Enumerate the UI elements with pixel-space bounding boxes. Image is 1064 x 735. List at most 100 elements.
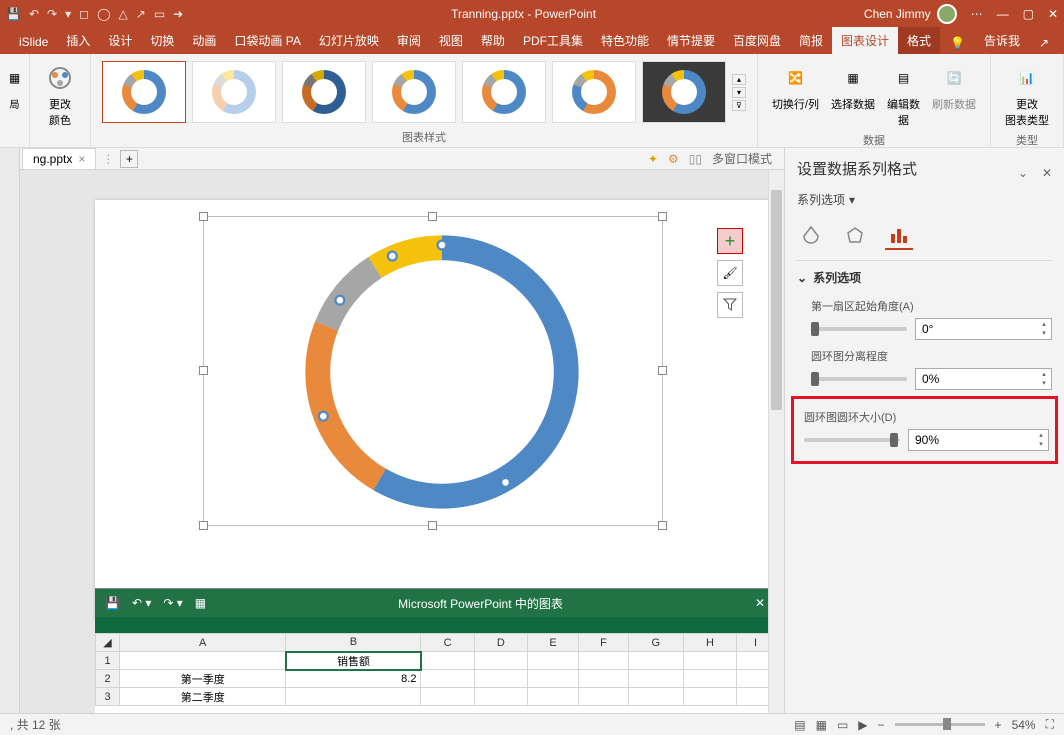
close-icon[interactable]: ✕	[1048, 7, 1058, 21]
scrollbar-thumb[interactable]	[771, 190, 782, 410]
new-tab-button[interactable]: +	[120, 150, 138, 168]
multi-window-mode[interactable]: 多窗口模式	[712, 150, 772, 167]
spin-down-icon[interactable]: ▾	[1038, 329, 1050, 338]
series-options-section[interactable]: ⌄系列选项	[797, 261, 1052, 294]
col-header[interactable]: F	[579, 634, 628, 652]
col-header[interactable]: E	[527, 634, 578, 652]
tab-view[interactable]: 视图	[430, 27, 472, 54]
chart-filter-button[interactable]	[717, 292, 743, 318]
spin-up-icon[interactable]: ▴	[1038, 320, 1050, 329]
chart-style-2[interactable]	[192, 61, 276, 123]
tab-slideshow[interactable]: 幻灯片放映	[310, 27, 388, 54]
row-header[interactable]: 1	[96, 652, 120, 670]
table-icon[interactable]: ▦	[195, 596, 206, 610]
resize-handle[interactable]	[658, 212, 667, 221]
maximize-icon[interactable]: ▢	[1023, 7, 1034, 21]
cell[interactable]: 销售额	[286, 652, 421, 670]
resize-handle[interactable]	[658, 366, 667, 375]
qat-more-icon[interactable]: ▾	[65, 7, 71, 21]
tab-review[interactable]: 审阅	[388, 27, 430, 54]
fit-to-window-icon[interactable]: ⛶	[1046, 717, 1054, 732]
document-tab[interactable]: ng.pptx ×	[22, 148, 96, 169]
gallery-up-icon[interactable]: ▴	[732, 74, 746, 85]
doughnut-hole-size-input[interactable]: 90%▴▾	[908, 429, 1049, 451]
spin-down-icon[interactable]: ▾	[1038, 379, 1050, 388]
tab-chart-design[interactable]: 图表设计	[832, 27, 898, 54]
undo-icon[interactable]: ↶ ▾	[132, 596, 151, 610]
tab-brief[interactable]: 简报	[790, 27, 832, 54]
gallery-down-icon[interactable]: ▾	[732, 87, 746, 98]
tab-design[interactable]: 设计	[99, 27, 141, 54]
select-data-button[interactable]: ▦选择数据	[825, 58, 881, 132]
qat-icon[interactable]: △	[119, 7, 128, 21]
zoom-slider[interactable]	[895, 723, 985, 726]
star-icon[interactable]: ✦	[648, 152, 658, 166]
qat-icon[interactable]: ↗	[136, 7, 146, 21]
chart-style-6[interactable]	[552, 61, 636, 123]
tab-pdf[interactable]: PDF工具集	[514, 27, 592, 54]
qat-icon[interactable]: ◯	[97, 7, 110, 21]
zoom-level[interactable]: 54%	[1012, 718, 1036, 732]
close-tab-icon[interactable]: ×	[78, 152, 85, 166]
tab-help[interactable]: 帮助	[472, 27, 514, 54]
change-colors-button[interactable]: 更改 颜色	[38, 58, 82, 132]
first-slice-angle-input[interactable]: 0°▴▾	[915, 318, 1052, 340]
select-all-cell[interactable]: ◢	[96, 634, 120, 652]
tab-islide[interactable]: iSlide	[10, 30, 57, 54]
effects-tab-icon[interactable]	[841, 222, 869, 250]
slide[interactable]: + 🖌	[95, 200, 775, 620]
qat-icon[interactable]: ▭	[154, 7, 165, 21]
data-grid[interactable]: ◢ A B C D E F G H I 1销售额 2第一季度8.2 3第二季度	[95, 633, 775, 713]
redo-icon[interactable]: ↷	[47, 7, 57, 21]
col-header[interactable]: B	[286, 634, 421, 652]
first-slice-angle-slider[interactable]	[811, 327, 907, 331]
minimize-icon[interactable]: —	[997, 7, 1009, 21]
series-options-dropdown[interactable]: 系列选项▾	[797, 187, 1052, 212]
col-header[interactable]: C	[421, 634, 474, 652]
col-header[interactable]: A	[120, 634, 286, 652]
edit-data-button[interactable]: ▤编辑数 据	[881, 58, 926, 132]
undo-icon[interactable]: ↶	[29, 7, 39, 21]
chart-style-1[interactable]	[102, 61, 186, 123]
user-area[interactable]: Chen Jimmy	[864, 4, 957, 24]
cell[interactable]	[120, 652, 286, 670]
zoom-knob[interactable]	[943, 718, 951, 730]
col-header[interactable]: H	[683, 634, 736, 652]
cell[interactable]: 第二季度	[120, 688, 286, 706]
zoom-out-icon[interactable]: −	[878, 718, 885, 732]
save-icon[interactable]: 💾	[6, 7, 21, 21]
switch-row-col-button[interactable]: 🔀切换行/列	[766, 58, 825, 132]
zoom-in-icon[interactable]: +	[995, 718, 1002, 732]
tab-pocket-anim[interactable]: 口袋动画 PA	[225, 27, 309, 54]
change-chart-type-button[interactable]: 📊更改 图表类型	[999, 58, 1055, 132]
doughnut-explosion-slider[interactable]	[811, 377, 907, 381]
resize-handle[interactable]	[428, 212, 437, 221]
series-options-tab-icon[interactable]	[885, 222, 913, 250]
resize-handle[interactable]	[199, 366, 208, 375]
row-header[interactable]: 3	[96, 688, 120, 706]
chart-style-3[interactable]	[282, 61, 366, 123]
panel-options-icon[interactable]: ⌄	[1018, 166, 1028, 180]
sorter-view-icon[interactable]: ▦	[816, 718, 827, 732]
vertical-scrollbar[interactable]	[768, 170, 784, 713]
tab-features[interactable]: 特色功能	[592, 27, 658, 54]
ribbon-options-icon[interactable]: ⋯	[971, 7, 983, 21]
redo-icon[interactable]: ↷ ▾	[163, 596, 182, 610]
bulb-icon[interactable]: 💡	[940, 32, 975, 54]
gear-icon[interactable]: ⚙	[668, 152, 679, 166]
resize-handle[interactable]	[199, 521, 208, 530]
slideshow-view-icon[interactable]: ▶	[858, 718, 867, 732]
slide-stage[interactable]: + 🖌 💾 ↶ ▾ ↷ ▾ ▦ Microsoft PowerPoint 中的图…	[20, 170, 784, 713]
tab-insert[interactable]: 插入	[57, 27, 99, 54]
qat-icon[interactable]: ◻	[79, 7, 89, 21]
doughnut-explosion-input[interactable]: 0%▴▾	[915, 368, 1052, 390]
save-icon[interactable]: 💾	[105, 596, 120, 610]
tab-transitions[interactable]: 切换	[141, 27, 183, 54]
reading-view-icon[interactable]: ▭	[837, 718, 848, 732]
tab-storyboard[interactable]: 情节提要	[658, 27, 724, 54]
row-header[interactable]: 2	[96, 670, 120, 688]
cell[interactable]: 第一季度	[120, 670, 286, 688]
chart-style-4[interactable]	[372, 61, 456, 123]
spin-down-icon[interactable]: ▾	[1035, 440, 1047, 449]
tab-format[interactable]: 格式	[898, 27, 940, 54]
